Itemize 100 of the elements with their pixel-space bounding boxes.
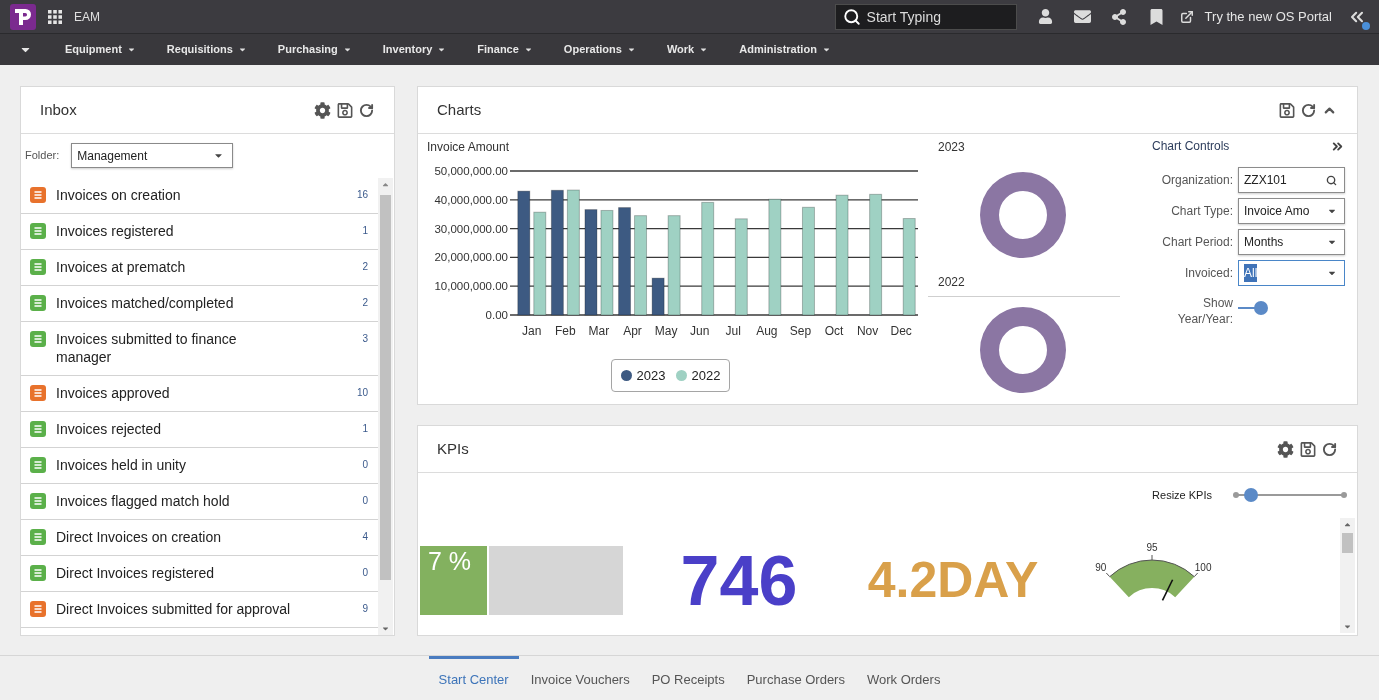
scroll-up-icon[interactable] [381, 180, 390, 189]
x-axis-label: Aug [756, 324, 778, 338]
select-field[interactable]: Months [1238, 229, 1345, 255]
field-label: Chart Type: [1171, 203, 1233, 220]
item-count: 9 [362, 602, 368, 616]
search-field[interactable]: Start Typing [834, 3, 1017, 30]
item-count: 10 [356, 386, 368, 400]
menu-item[interactable]: Requisitions [166, 41, 247, 58]
y-axis-label: 0.00 [485, 309, 508, 321]
field-label: Organization: [1161, 172, 1233, 189]
folder-select[interactable]: Management [71, 143, 234, 168]
logo-icon[interactable] [10, 3, 36, 30]
x-axis-label: Apr [623, 324, 642, 338]
x-axis-label: Mar [588, 324, 610, 338]
select-field[interactable]: All [1238, 260, 1345, 286]
mail-icon[interactable] [1073, 8, 1091, 25]
search-icon[interactable] [1326, 174, 1337, 186]
donut-title: 2022 [938, 275, 965, 289]
bottom-tab[interactable]: Invoice Vouchers [520, 656, 640, 700]
inbox-item[interactable]: Invoices submitted to finance manager [56, 330, 293, 366]
refresh-icon[interactable] [359, 102, 374, 118]
user-icon[interactable] [1037, 9, 1053, 24]
x-axis-label: Sep [789, 324, 812, 338]
scroll-down-icon[interactable] [381, 624, 390, 633]
gauge-label: 95 [1146, 541, 1158, 553]
item-count: 1 [362, 422, 368, 436]
search-icon [842, 7, 861, 26]
inbox-item[interactable]: Invoices held in unity [56, 456, 186, 474]
gauge-label: 90 [1095, 561, 1107, 573]
menu-item[interactable]: Work [666, 41, 709, 58]
scrollbar-thumb[interactable] [380, 195, 391, 580]
caret-icon [237, 45, 247, 54]
y-axis-label: 40,000,000.00 [434, 193, 508, 206]
x-axis-label: Jun [690, 324, 710, 338]
inbox-item[interactable]: Invoices registered [56, 222, 174, 240]
toggle-label: Show Year/Year: [1176, 295, 1233, 327]
kpi-value: 4.2DAY [867, 555, 1039, 605]
external-link-icon[interactable] [1179, 9, 1194, 24]
scrollbar-track[interactable] [1340, 518, 1355, 633]
inbox-item[interactable]: Invoices at prematch [56, 258, 186, 276]
menu-item[interactable]: Purchasing [277, 41, 352, 58]
toggle-switch[interactable] [1238, 301, 1268, 315]
menu-item[interactable]: Equipment [65, 41, 136, 58]
bar [651, 277, 665, 316]
item-count: 16 [356, 188, 368, 202]
bottom-tab[interactable]: Work Orders [856, 656, 951, 700]
gauge-label: 100 [1194, 561, 1212, 573]
resize-slider[interactable] [1233, 488, 1347, 502]
lookup-field[interactable]: ZZX101 [1238, 167, 1345, 193]
item-count: 2 [362, 260, 368, 274]
share-icon[interactable] [1110, 8, 1127, 25]
save-icon[interactable] [1279, 101, 1295, 119]
inbox-item[interactable]: Invoices rejected [56, 420, 162, 438]
save-icon[interactable] [1300, 440, 1316, 458]
y-axis-label: 30,000,000.00 [434, 222, 508, 235]
progress-reading: 7 % [428, 549, 472, 574]
bookmark-icon[interactable] [1149, 8, 1163, 25]
bottom-tab[interactable]: Start Center [428, 656, 519, 700]
menu-item[interactable]: Operations [563, 41, 636, 58]
inbox-item[interactable]: Direct Invoices submitted for approval [56, 600, 291, 618]
panel-title: KPIs [437, 438, 469, 459]
inbox-item[interactable]: Invoices flagged match hold [56, 492, 230, 510]
settings-icon[interactable] [1277, 440, 1294, 458]
refresh-icon[interactable] [1322, 441, 1337, 457]
inbox-item[interactable]: Invoices on creation [56, 186, 181, 204]
save-icon[interactable] [337, 101, 353, 119]
y-axis-label: 10,000,000.00 [434, 280, 508, 293]
scrollbar-thumb[interactable] [1342, 533, 1353, 553]
settings-icon[interactable] [314, 101, 331, 119]
menu-item[interactable]: Finance [477, 41, 533, 58]
chart-title: Invoice Amount [427, 140, 510, 154]
legend-label[interactable]: 2022 [691, 365, 721, 386]
portal-link[interactable]: Try the new OS Portal [1204, 6, 1332, 27]
resize-label: Resize KPIs [1152, 487, 1212, 503]
x-axis-label: Nov [856, 324, 879, 338]
slider-thumb[interactable] [1244, 488, 1259, 502]
item-count: 4 [362, 530, 368, 544]
menu-item[interactable]: Inventory [382, 41, 447, 58]
bottom-tab[interactable]: Purchase Orders [736, 656, 855, 700]
inbox-item[interactable]: Direct Invoices on creation [56, 528, 221, 546]
item-count: 1 [362, 224, 368, 238]
x-axis-label: Feb [555, 324, 576, 338]
select-field[interactable]: Invoice Amo [1238, 198, 1345, 224]
x-axis-label: Jan [522, 324, 542, 338]
y-axis-label: 50,000,000.00 [434, 165, 508, 177]
item-count: 0 [362, 494, 368, 508]
inbox-item[interactable]: Direct Invoices registered [56, 564, 214, 582]
field-label: Chart Period: [1162, 234, 1233, 251]
caret-icon [626, 45, 636, 54]
inbox-item[interactable]: Invoices matched/completed [56, 294, 234, 312]
scrollbar-track[interactable] [378, 178, 393, 635]
app-grid-icon[interactable] [48, 9, 62, 24]
scroll-up-icon[interactable] [1343, 520, 1352, 529]
menu-item[interactable]: Administration [739, 41, 831, 58]
x-axis-label: Dec [890, 324, 912, 338]
bottom-tab[interactable]: PO Receipts [641, 656, 735, 700]
legend-label[interactable]: 2023 [636, 365, 666, 386]
scroll-down-icon[interactable] [1343, 622, 1352, 631]
refresh-icon[interactable] [1301, 102, 1316, 118]
inbox-item[interactable]: Invoices approved [56, 384, 170, 402]
